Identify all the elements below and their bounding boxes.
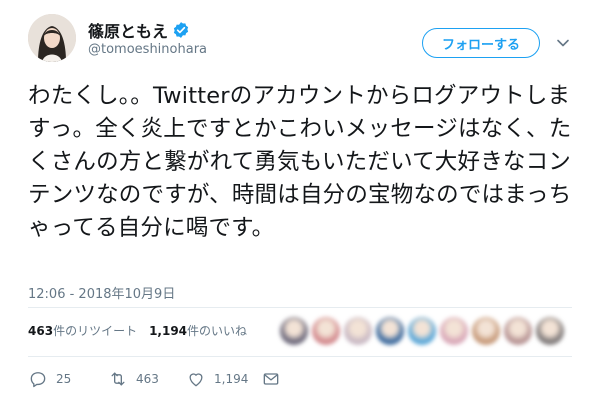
likes-stat-count: 1,194: [149, 324, 188, 338]
reply-button[interactable]: 25: [28, 369, 71, 389]
tweet-text: わたくし。。Twitterのアカウントからログアウトしますっ。全く炎上ですとかこ…: [28, 83, 572, 241]
verified-badge-icon: [173, 22, 189, 38]
likes-stat[interactable]: 1,194件のいいね: [149, 322, 247, 339]
user-name-row[interactable]: 篠原ともえ: [88, 18, 190, 42]
divider: [28, 307, 572, 308]
like-button[interactable]: 1,194: [186, 369, 248, 389]
retweets-stat[interactable]: 463件のリツイート: [28, 322, 137, 339]
liker-avatar[interactable]: [408, 317, 436, 345]
likes-stat-label: 件のいいね: [187, 324, 248, 338]
liker-avatar[interactable]: [312, 317, 340, 345]
avatar[interactable]: [28, 14, 76, 62]
user-handle[interactable]: @tomoeshinohara: [88, 42, 207, 57]
reply-icon: [30, 372, 46, 388]
retweet-icon: [111, 372, 125, 386]
liker-avatar[interactable]: [344, 317, 372, 345]
liker-avatars: [280, 317, 564, 345]
reply-count: 25: [56, 372, 72, 386]
retweet-count: 463: [136, 372, 159, 386]
direct-message-button[interactable]: [261, 369, 281, 389]
liker-avatar[interactable]: [536, 317, 564, 345]
retweets-stat-label: 件のリツイート: [53, 324, 138, 338]
tweet-stats: 463件のリツイート 1,194件のいいね: [28, 322, 247, 339]
like-count: 1,194: [214, 372, 249, 386]
liker-avatar[interactable]: [440, 317, 468, 345]
retweets-stat-count: 463: [28, 324, 54, 338]
liker-avatar[interactable]: [376, 317, 404, 345]
chevron-down-icon[interactable]: [556, 36, 570, 50]
retweet-button[interactable]: 463: [108, 369, 159, 389]
tweet-card: 篠原ともえ @tomoeshinohara フォローする わたくし。。Twitt…: [0, 0, 600, 408]
envelope-icon: [263, 373, 279, 385]
follow-button[interactable]: フォローする: [422, 28, 540, 58]
liker-avatar[interactable]: [280, 317, 308, 345]
heart-icon: [189, 373, 203, 387]
tweet-actions: 25 463 1,194: [28, 369, 328, 391]
divider: [28, 356, 572, 357]
liker-avatar[interactable]: [504, 317, 532, 345]
display-name[interactable]: 篠原ともえ: [88, 18, 168, 42]
tweet-timestamp[interactable]: 12:06 - 2018年10月9日: [28, 283, 175, 302]
liker-avatar[interactable]: [472, 317, 500, 345]
